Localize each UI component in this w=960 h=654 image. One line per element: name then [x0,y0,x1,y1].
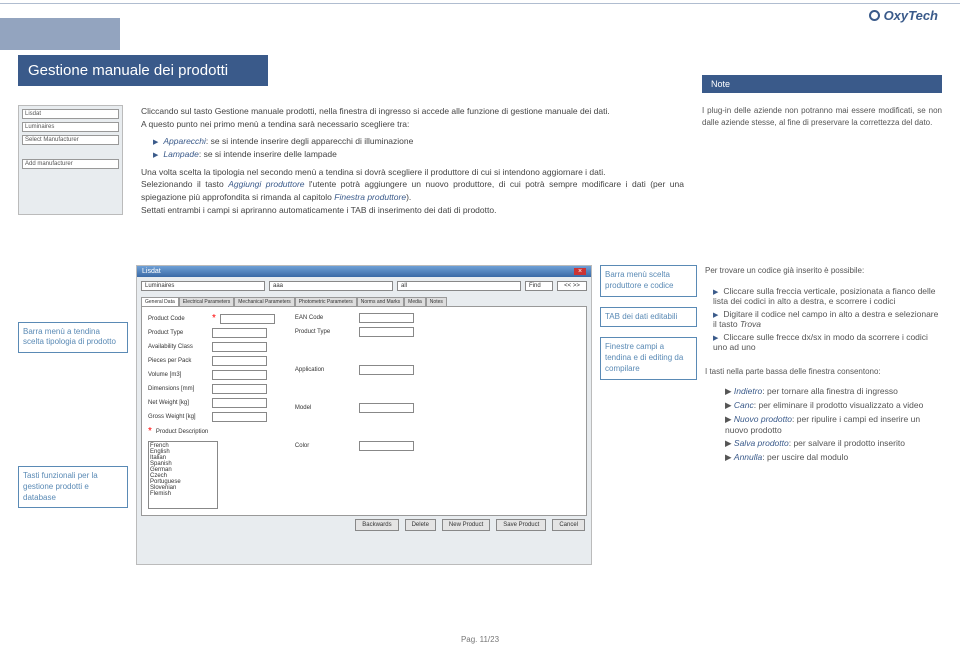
annot-left-1: Barra menù a tendina scelta tipologia di… [18,322,128,354]
btn-add-manufacturer: Add manufacturer [22,159,119,169]
lbl-product-code: Product Code [148,316,208,322]
combo-producer: aaa [269,281,393,291]
brand-logo: OxyTech [869,8,938,23]
screenshot-ingress-window: Lisdat Luminaires Select Manufacturer Ad… [18,105,123,215]
intro-p5: Settati entrambi i campi si apriranno au… [141,204,684,217]
side-note-1: I plug-in delle aziende non potranno mai… [702,105,942,217]
annot-mid-2: TAB dei dati editabili [600,307,697,328]
notes2-list1: Cliccare sulla freccia verticale, posizi… [713,286,942,355]
page-number: Pag. 11/23 [0,635,960,644]
notes2-n2: Digitare il codice nel campo in alto a d… [713,309,942,329]
find-button: Find [525,281,553,291]
notes2-m5: ▶ Annulla: per uscire dal modulo [713,452,942,463]
lbl-application: Application [295,367,355,373]
notes2-m2: ▶ Canc: per eliminare il prodotto visual… [713,400,942,411]
tab-notes: Notes [426,297,447,306]
intro-p2: A questo punto nei primo menù a tendina … [141,118,684,131]
lang-item: Flemish [150,491,216,497]
inp-pieces [212,356,267,366]
lbl-model: Model [295,405,355,411]
intro-p3: Una volta scelta la tipologia nel second… [141,166,684,179]
tab-general: General Data [141,297,179,306]
inp-product-type [212,328,267,338]
tabs-row: General Data Electrical Parameters Mecha… [137,297,591,306]
inp-color [359,441,414,451]
intro-li-lampade: Lampade: se si intende inserire delle la… [153,148,684,162]
annot-left-2: Tasti funzionali per la gestione prodott… [18,466,128,508]
notes2-m3: ▶ Nuovo prodotto: per ripulire i campi e… [713,414,942,435]
inp-netweight [212,398,267,408]
notes2-n3: Cliccare sulle frecce dx/sx in modo da s… [713,332,942,352]
combo-type: Luminaires [141,281,265,291]
lbl-ean: EAN Code [295,315,355,321]
tab-media: Media [404,297,426,306]
annot-mid-1: Barra menù scelta produttore e codice [600,265,697,297]
inp-product-code [220,314,275,324]
page-title: Gestione manuale dei prodotti [18,55,268,86]
combo-code: all [397,281,521,291]
lbl-color: Color [295,443,355,449]
intro-p4: Selezionando il tasto Aggiungi produttor… [141,178,684,204]
notes2-m1: ▶ Indietro: per tornare alla finestra di… [713,386,942,397]
inp-ean [359,313,414,323]
notes2-list2: ▶ Indietro: per tornare alla finestra di… [713,386,942,466]
lbl-pieces: Pieces per Pack [148,358,208,364]
inp-application [359,365,414,375]
intro-text: Cliccando sul tasto Gestione manuale pro… [141,105,684,217]
notes2-h1: Per trovare un codice già inserito è pos… [705,265,942,277]
tab-photometric: Photometric Parameters [295,297,357,306]
note-heading: Note [702,75,942,93]
btn-backwards: Backwards [355,519,398,531]
brand-text: OxyTech [884,8,938,23]
btn-delete: Delete [405,519,436,531]
tab-norms: Norms and Marks [357,297,404,306]
close-icon: × [574,268,586,275]
logo-icon [869,10,880,21]
lbl-netweight: Net Weight [kg] [148,400,208,406]
notes2-m4: ▶ Salva prodotto: per salvare il prodott… [713,438,942,449]
lbl-volume: Volume [m3] [148,372,208,378]
intro-p1: Cliccando sul tasto Gestione manuale pro… [141,105,684,118]
lbl-description: Product Description [156,429,216,435]
lbl-grossweight: Gross Weight [kg] [148,414,208,420]
nav-arrows-icon: << >> [557,281,587,291]
thumb-titlebar: Lisdat [22,109,119,119]
tab-panel: Product Code* Product Type Availability … [141,306,587,516]
thumb2-titlebar: Lisdat× [137,266,591,277]
inp-dimensions [212,384,267,394]
tab-electrical: Electrical Parameters [179,297,235,306]
screenshot-product-window: Lisdat× Luminaires aaa all Find << >> Ge… [136,265,592,565]
lang-list: French English Italian Spanish German Cz… [148,441,218,509]
combo-luminaires: Luminaires [22,122,119,132]
intro-li-apparecchi: Apparecchi: se si intende inserire degli… [153,135,684,149]
inp-ptype2 [359,327,414,337]
lbl-dimensions: Dimensions [mm] [148,386,208,392]
combo-manufacturer: Select Manufacturer [22,135,119,145]
inp-availability [212,342,267,352]
tab-mechanical: Mechanical Parameters [234,297,295,306]
annot-mid-3: Finestre campi a tendina e di editing da… [600,337,697,379]
notes2-h2: I tasti nella parte bassa delle finestra… [705,366,942,378]
lbl-ptype2: Product Type [295,329,355,335]
lbl-product-type: Product Type [148,330,208,336]
btn-saveproduct: Save Product [496,519,546,531]
inp-grossweight [212,412,267,422]
notes2-n1: Cliccare sulla freccia verticale, posizi… [713,286,942,306]
btn-newproduct: New Product [442,519,490,531]
btn-cancel: Cancel [552,519,585,531]
lbl-availability: Availability Class [148,344,208,350]
inp-model [359,403,414,413]
inp-volume [212,370,267,380]
decorative-stripe [0,18,120,50]
